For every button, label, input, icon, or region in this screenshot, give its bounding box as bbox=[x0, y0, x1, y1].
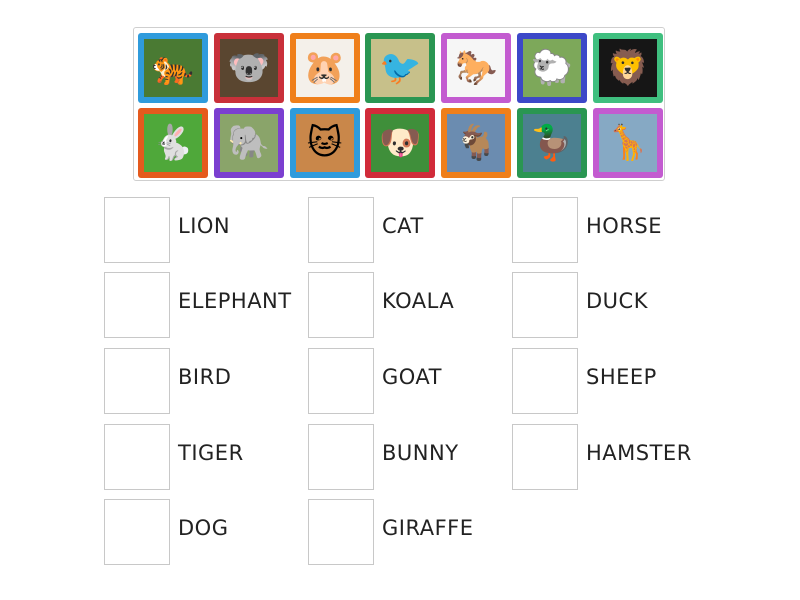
dog-photo: 🐶 bbox=[371, 114, 430, 172]
picture-card[interactable]: 🐶 bbox=[365, 108, 436, 178]
picture-card[interactable]: 🦁 bbox=[592, 33, 663, 103]
word-label: BIRD bbox=[178, 365, 232, 389]
koala-icon: 🐨 bbox=[227, 48, 270, 88]
goat-photo: 🐐 bbox=[447, 114, 506, 172]
elephant-icon: 🐘 bbox=[227, 123, 270, 163]
horse-icon: 🐎 bbox=[455, 48, 498, 88]
drop-slot[interactable] bbox=[308, 348, 374, 414]
horse-photo: 🐎 bbox=[447, 39, 506, 97]
giraffe-photo: 🦒 bbox=[598, 114, 657, 172]
bird-photo: 🐦 bbox=[371, 39, 430, 97]
word-label: DUCK bbox=[586, 289, 648, 313]
sheep-photo: 🐑 bbox=[523, 39, 581, 97]
drop-slot[interactable] bbox=[308, 424, 374, 490]
drop-slot[interactable] bbox=[512, 348, 578, 414]
drop-slot[interactable] bbox=[104, 424, 170, 490]
word-label: LION bbox=[178, 214, 231, 238]
hamster-photo: 🐹 bbox=[295, 39, 354, 97]
picture-card[interactable]: 🐨 bbox=[213, 33, 284, 103]
sheep-icon: 🐑 bbox=[530, 48, 574, 88]
tiger-icon: 🐅 bbox=[151, 48, 195, 88]
drop-slot[interactable] bbox=[512, 272, 578, 338]
word-label: CAT bbox=[382, 214, 424, 238]
word-label: KOALA bbox=[382, 289, 455, 313]
word-label: HAMSTER bbox=[586, 441, 692, 465]
cat-photo: 🐱 bbox=[295, 114, 354, 172]
picture-card[interactable]: 🐱 bbox=[289, 108, 360, 178]
picture-card[interactable]: 🦆 bbox=[517, 108, 587, 178]
drop-slot[interactable] bbox=[512, 197, 578, 263]
picture-card[interactable]: 🦒 bbox=[592, 108, 663, 178]
word-label: DOG bbox=[178, 516, 229, 540]
bunny-photo: 🐇 bbox=[144, 114, 202, 172]
picture-card[interactable]: 🐎 bbox=[441, 33, 512, 103]
drop-slot[interactable] bbox=[104, 197, 170, 263]
picture-card[interactable]: 🐅 bbox=[138, 33, 208, 103]
drop-slot[interactable] bbox=[308, 499, 374, 565]
koala-photo: 🐨 bbox=[219, 39, 278, 97]
drop-slot[interactable] bbox=[308, 272, 374, 338]
word-label: SHEEP bbox=[586, 365, 657, 389]
lion-icon: 🦁 bbox=[606, 48, 649, 88]
word-label: GOAT bbox=[382, 365, 442, 389]
duck-icon: 🦆 bbox=[530, 123, 574, 163]
picture-card[interactable]: 🐹 bbox=[289, 33, 360, 103]
tiger-photo: 🐅 bbox=[144, 39, 202, 97]
picture-card[interactable]: 🐑 bbox=[517, 33, 587, 103]
lion-photo: 🦁 bbox=[598, 39, 657, 97]
giraffe-icon: 🦒 bbox=[606, 123, 649, 163]
hamster-icon: 🐹 bbox=[303, 48, 346, 88]
word-label: GIRAFFE bbox=[382, 516, 474, 540]
word-label: TIGER bbox=[178, 441, 244, 465]
bunny-icon: 🐇 bbox=[151, 123, 195, 163]
elephant-photo: 🐘 bbox=[219, 114, 278, 172]
word-label: BUNNY bbox=[382, 441, 459, 465]
goat-icon: 🐐 bbox=[455, 123, 498, 163]
picture-card[interactable]: 🐘 bbox=[213, 108, 284, 178]
picture-card[interactable]: 🐐 bbox=[441, 108, 512, 178]
picture-card[interactable]: 🐦 bbox=[365, 33, 436, 103]
cat-icon: 🐱 bbox=[306, 123, 343, 163]
drop-slot[interactable] bbox=[104, 499, 170, 565]
bird-icon: 🐦 bbox=[379, 48, 422, 88]
drop-slot[interactable] bbox=[104, 348, 170, 414]
picture-card[interactable]: 🐇 bbox=[138, 108, 208, 178]
word-label: HORSE bbox=[586, 214, 663, 238]
duck-photo: 🦆 bbox=[523, 114, 581, 172]
drop-slot[interactable] bbox=[104, 272, 170, 338]
word-label: ELEPHANT bbox=[178, 289, 292, 313]
dog-icon: 🐶 bbox=[379, 123, 422, 163]
drop-slot[interactable] bbox=[512, 424, 578, 490]
drop-slot[interactable] bbox=[308, 197, 374, 263]
